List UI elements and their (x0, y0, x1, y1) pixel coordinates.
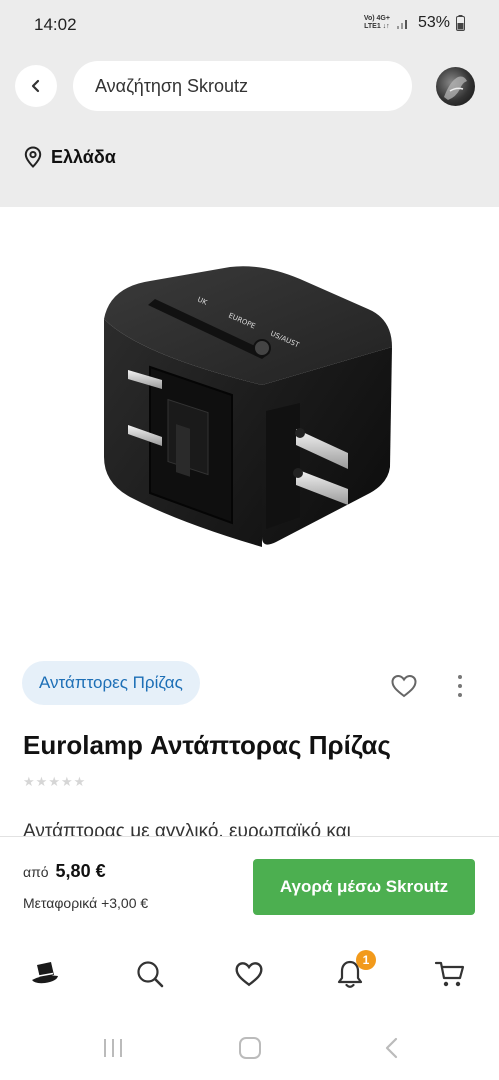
back-button[interactable] (15, 65, 57, 107)
avatar[interactable] (436, 67, 475, 106)
skroutz-hat-icon (32, 962, 58, 984)
cart-icon (434, 961, 465, 987)
heart-icon (391, 674, 417, 698)
system-back-button[interactable] (378, 1036, 406, 1060)
product-title: Eurolamp Αντάπτορας Πρίζας (23, 730, 391, 760)
app-header: Αναζήτηση Skroutz Ελλάδα (0, 50, 499, 207)
category-chip[interactable]: Αντάπτορες Πρίζας (22, 661, 200, 705)
more-dot-icon (458, 675, 462, 679)
back-arrow-icon (385, 1037, 398, 1059)
battery-percentage: 53% (417, 14, 450, 31)
more-dot-icon (458, 684, 462, 688)
product-description: Αντάπτορας με αγγλικό, ευρωπαϊκό και (23, 822, 483, 836)
star-icon: ★ (23, 774, 35, 789)
nav-favorites[interactable] (231, 956, 267, 992)
bottom-navigation: 1 (0, 936, 499, 1014)
home-button[interactable] (236, 1036, 264, 1060)
search-input[interactable]: Αναζήτηση Skroutz (73, 61, 412, 111)
star-icon: ★ (35, 774, 48, 789)
notification-badge: 1 (356, 950, 376, 970)
buy-bar: από 5,80 € Μεταφορικά +3,00 € Αγορά μέσω… (0, 836, 499, 936)
location-pin-icon (24, 146, 42, 168)
search-icon (137, 961, 164, 988)
travel-adapter-image: UK EUROPE US/AUST (104, 266, 392, 547)
more-options-button[interactable] (450, 672, 470, 700)
rating-stars[interactable]: ★ ★ ★ ★ ★ (23, 774, 85, 790)
nav-home[interactable] (27, 956, 63, 992)
network-top-label: Vo) 4G+ (363, 15, 390, 22)
location-selector[interactable]: Ελλάδα (24, 146, 116, 168)
price-value: 5,80 € (55, 861, 106, 881)
home-circle-icon (239, 1037, 261, 1059)
chevron-left-icon (31, 79, 40, 93)
star-icon: ★ (60, 774, 73, 789)
nav-notifications[interactable]: 1 (332, 950, 376, 992)
shipping-cost: Μεταφορικά +3,00 € (23, 895, 149, 911)
network-indicator: Vo) 4G+ LTE1 ↓↑ (364, 15, 390, 31)
product-description-text: Αντάπτορας με αγγλικό, ευρωπαϊκό και (23, 822, 351, 836)
product-image[interactable]: UK EUROPE US/AUST (0, 207, 499, 647)
favorite-button[interactable] (390, 672, 418, 700)
signal-icon (396, 20, 407, 29)
heart-icon (235, 962, 263, 987)
recent-apps-button[interactable] (99, 1036, 127, 1060)
location-label: Ελλάδα (51, 146, 116, 167)
star-icon: ★ (48, 774, 60, 789)
search-placeholder: Αναζήτηση Skroutz (95, 76, 248, 96)
status-time: 14:02 (34, 15, 77, 34)
battery-icon (456, 15, 465, 31)
more-dot-icon (458, 693, 462, 697)
nav-cart[interactable] (432, 956, 468, 992)
system-navigation-bar (0, 1014, 499, 1080)
buy-via-skroutz-button[interactable]: Αγορά μέσω Skroutz (253, 859, 475, 915)
status-bar: 14:02 Vo) 4G+ LTE1 ↓↑ 53% (0, 0, 499, 50)
avatar-image-icon (444, 76, 467, 100)
network-bottom-label: LTE1 ↓↑ (364, 23, 390, 30)
price-prefix: από (23, 864, 49, 880)
star-icon: ★ (73, 774, 86, 789)
price-line: από 5,80 € (23, 861, 106, 882)
nav-search[interactable] (132, 956, 168, 992)
recent-apps-icon (104, 1039, 122, 1057)
status-indicators: Vo) 4G+ LTE1 ↓↑ 53% (364, 14, 465, 32)
